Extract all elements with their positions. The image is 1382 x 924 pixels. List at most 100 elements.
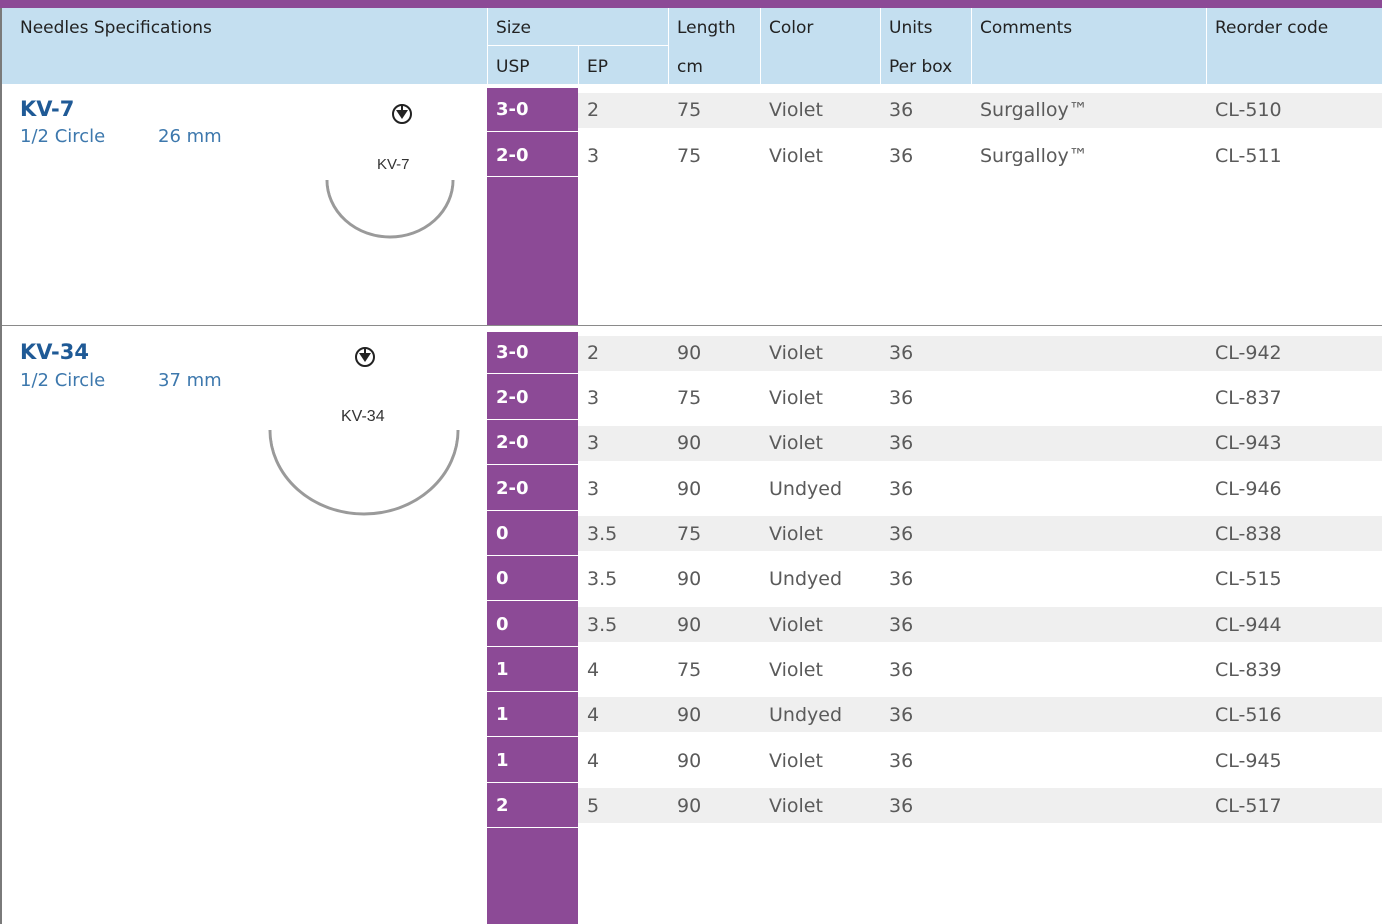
length-value: 90 bbox=[677, 614, 702, 636]
ep-value: 3.5 bbox=[587, 614, 618, 636]
reorder-code-value: CL-943 bbox=[1215, 432, 1282, 454]
usp-separator bbox=[487, 782, 578, 783]
length-value: 90 bbox=[677, 750, 702, 772]
header-cm: cm bbox=[677, 57, 703, 77]
reorder-code-value: CL-510 bbox=[1215, 99, 1282, 121]
units-value: 36 bbox=[889, 659, 914, 681]
ep-value: 3 bbox=[587, 145, 600, 167]
usp-separator bbox=[487, 646, 578, 647]
units-value: 36 bbox=[889, 342, 914, 364]
ep-value: 4 bbox=[587, 704, 600, 726]
usp-separator bbox=[487, 510, 578, 511]
needle-size: 37 mm bbox=[158, 370, 222, 391]
color-value: Violet bbox=[769, 523, 823, 545]
header-length: Length bbox=[677, 18, 736, 38]
ep-value: 3 bbox=[587, 478, 600, 500]
reorder-code-value: CL-944 bbox=[1215, 614, 1282, 636]
ep-value: 3.5 bbox=[587, 523, 618, 545]
usp-value: 2-0 bbox=[496, 387, 529, 408]
usp-separator bbox=[487, 691, 578, 692]
ep-value: 3 bbox=[587, 432, 600, 454]
header-divider bbox=[760, 8, 761, 84]
usp-column-band bbox=[487, 88, 578, 325]
header-reorder-code: Reorder code bbox=[1215, 18, 1329, 38]
needle-shape: 1/2 Circle bbox=[20, 126, 106, 147]
ep-value: 2 bbox=[587, 342, 600, 364]
usp-value: 0 bbox=[496, 614, 509, 635]
color-value: Violet bbox=[769, 342, 823, 364]
reorder-code-value: CL-511 bbox=[1215, 145, 1282, 167]
units-value: 36 bbox=[889, 478, 914, 500]
header-divider bbox=[971, 8, 972, 84]
usp-separator bbox=[487, 176, 578, 177]
ep-value: 2 bbox=[587, 99, 600, 121]
reorder-code-value: CL-942 bbox=[1215, 342, 1282, 364]
color-value: Violet bbox=[769, 432, 823, 454]
ep-value: 4 bbox=[587, 659, 600, 681]
units-value: 36 bbox=[889, 568, 914, 590]
header-comments: Comments bbox=[980, 18, 1073, 38]
color-value: Violet bbox=[769, 99, 823, 121]
length-value: 90 bbox=[677, 342, 702, 364]
header-ep: EP bbox=[587, 57, 608, 77]
needle-diagram: KV-7 bbox=[325, 104, 455, 239]
header-divider bbox=[578, 45, 579, 84]
units-value: 36 bbox=[889, 523, 914, 545]
color-value: Undyed bbox=[769, 704, 843, 726]
color-value: Violet bbox=[769, 614, 823, 636]
length-value: 90 bbox=[677, 704, 702, 726]
header-units: Units bbox=[889, 18, 933, 38]
needle-name: KV-7 bbox=[20, 97, 75, 121]
header-per-box: Per box bbox=[889, 57, 953, 77]
header-divider bbox=[880, 8, 881, 84]
usp-value: 1 bbox=[496, 750, 509, 771]
usp-separator bbox=[487, 827, 578, 828]
length-value: 75 bbox=[677, 523, 702, 545]
reorder-code-value: CL-946 bbox=[1215, 478, 1282, 500]
ep-value: 3.5 bbox=[587, 568, 618, 590]
needle-shape: 1/2 Circle bbox=[20, 370, 106, 391]
units-value: 36 bbox=[889, 750, 914, 772]
reorder-code-value: CL-839 bbox=[1215, 659, 1282, 681]
length-value: 75 bbox=[677, 99, 702, 121]
units-value: 36 bbox=[889, 387, 914, 409]
reorder-code-value: CL-838 bbox=[1215, 523, 1282, 545]
color-value: Violet bbox=[769, 750, 823, 772]
usp-value: 3-0 bbox=[496, 99, 529, 120]
header-usp: USP bbox=[496, 57, 530, 77]
usp-value: 2-0 bbox=[496, 432, 529, 453]
comments-value: Surgalloy™ bbox=[980, 99, 1088, 121]
reorder-code-value: CL-515 bbox=[1215, 568, 1282, 590]
usp-value: 2-0 bbox=[496, 478, 529, 499]
needle-size: 26 mm bbox=[158, 126, 222, 147]
usp-value: 1 bbox=[496, 659, 509, 680]
usp-separator bbox=[487, 131, 578, 132]
usp-value: 0 bbox=[496, 523, 509, 544]
length-value: 90 bbox=[677, 478, 702, 500]
triangle-in-circle-icon bbox=[355, 347, 375, 367]
comments-value: Surgalloy™ bbox=[980, 145, 1088, 167]
color-value: Violet bbox=[769, 659, 823, 681]
usp-value: 3-0 bbox=[496, 342, 529, 363]
color-value: Violet bbox=[769, 145, 823, 167]
color-value: Violet bbox=[769, 387, 823, 409]
header-color: Color bbox=[769, 18, 814, 38]
units-value: 36 bbox=[889, 432, 914, 454]
triangle-in-circle-icon bbox=[392, 104, 412, 124]
table-header: Needles Specifications Size USP EP Lengt… bbox=[0, 8, 1382, 84]
header-divider bbox=[668, 8, 669, 84]
needle-figure-label: KV-34 bbox=[341, 408, 385, 425]
reorder-code-value: CL-945 bbox=[1215, 750, 1282, 772]
ep-value: 5 bbox=[587, 795, 600, 817]
header-divider bbox=[1206, 8, 1207, 84]
color-value: Undyed bbox=[769, 568, 843, 590]
usp-value: 0 bbox=[496, 568, 509, 589]
table-left-border bbox=[0, 8, 2, 924]
usp-separator bbox=[487, 736, 578, 737]
reorder-code-value: CL-516 bbox=[1215, 704, 1282, 726]
length-value: 75 bbox=[677, 145, 702, 167]
units-value: 36 bbox=[889, 145, 914, 167]
length-value: 90 bbox=[677, 568, 702, 590]
units-value: 36 bbox=[889, 704, 914, 726]
length-value: 75 bbox=[677, 387, 702, 409]
